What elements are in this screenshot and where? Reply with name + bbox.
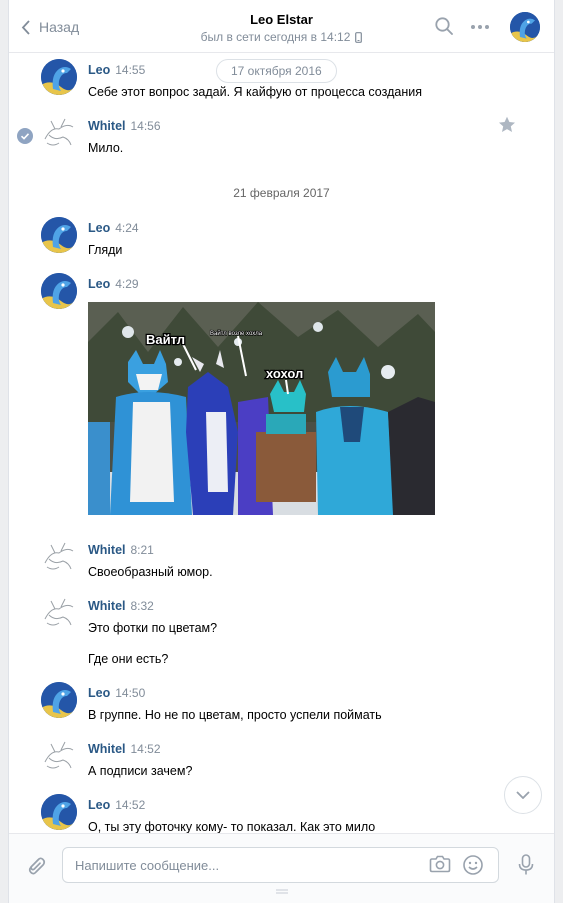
chevron-down-icon <box>516 791 530 799</box>
chat-window: Назад Leo Elstar был в сети сегодня в 14… <box>8 0 555 903</box>
message-body: Leo 14:50 В группе. Но не по цветам, прос… <box>88 684 528 723</box>
dragon-avatar-icon <box>41 217 77 253</box>
chat-header: Назад Leo Elstar был в сети сегодня в 14… <box>9 0 554 53</box>
message-author[interactable]: Leo <box>88 686 110 700</box>
dragon-avatar-icon <box>41 273 77 309</box>
message-time[interactable]: 4:29 <box>115 277 138 291</box>
message-text: А подписи зачем? <box>88 764 193 778</box>
online-status-text: был в сети сегодня в 14:12 <box>200 30 351 44</box>
dragon-sketch-avatar-icon <box>41 115 77 151</box>
message-text: Гляди <box>88 243 123 257</box>
fursuit-photo-image: Вайтл Вайтл возле хохла хохол <box>88 302 435 515</box>
message-text: Мило. <box>88 141 124 155</box>
avatar[interactable] <box>41 539 77 575</box>
avatar[interactable] <box>41 217 77 253</box>
message-author[interactable]: Leo <box>88 63 110 77</box>
photo-caption-right: хохол <box>266 366 303 381</box>
message-header: Leo 14:52 <box>88 796 528 814</box>
emoji-icon[interactable] <box>462 854 484 876</box>
message-text: Где они есть? <box>88 652 169 666</box>
message-author[interactable]: Whitel <box>88 599 126 613</box>
message-body: Whitel 8:21 Своеобразный юмор. <box>88 541 528 580</box>
message-time[interactable]: 14:55 <box>115 63 145 77</box>
photo-caption-left: Вайтл <box>146 332 185 347</box>
message-author[interactable]: Leo <box>88 798 110 812</box>
message-author[interactable]: Whitel <box>88 119 126 133</box>
avatar[interactable] <box>41 595 77 631</box>
message-author[interactable]: Leo <box>88 277 110 291</box>
resize-grip-icon[interactable] <box>276 889 288 894</box>
selected-check-icon[interactable] <box>17 128 33 144</box>
message-time[interactable]: 14:52 <box>131 742 161 756</box>
message-author[interactable]: Whitel <box>88 742 126 756</box>
dragon-sketch-avatar-icon <box>41 539 77 575</box>
chat-avatar[interactable] <box>510 12 540 42</box>
avatar[interactable] <box>41 59 77 95</box>
search-icon[interactable] <box>434 16 454 36</box>
avatar[interactable] <box>41 682 77 718</box>
message-header: Leo 14:50 <box>88 684 528 702</box>
message-time[interactable]: 14:56 <box>131 119 161 133</box>
online-status: был в сети сегодня в 14:12 <box>201 30 363 44</box>
avatar[interactable] <box>41 115 77 151</box>
message-text: Это фотки по цветам? <box>88 621 218 635</box>
date-separator: 21 февраля 2017 <box>233 186 330 200</box>
message-body: Leo 14:52 О, ты эту фоточку кому- то пока… <box>88 796 528 833</box>
mobile-icon <box>355 31 363 43</box>
message-author[interactable]: Leo <box>88 221 110 235</box>
avatar[interactable] <box>41 738 77 774</box>
camera-icon[interactable] <box>429 854 451 874</box>
message-time[interactable]: 4:24 <box>115 221 138 235</box>
message-body: Leo 4:29 <box>88 275 528 293</box>
message-composer <box>9 833 554 903</box>
photo-caption-middle: Вайтл возле хохла <box>210 330 263 337</box>
dragon-avatar-icon <box>41 682 77 718</box>
star-icon[interactable] <box>498 116 516 133</box>
message-time[interactable]: 8:32 <box>131 599 154 613</box>
message-text: Своеобразный юмор. <box>88 565 213 579</box>
message-header: Whitel 14:56 <box>88 117 528 135</box>
message-header: Whitel 8:21 <box>88 541 528 559</box>
message-body: Whitel 14:52 А подписи зачем? <box>88 740 528 779</box>
message-body: Whitel 14:56 Мило. <box>88 117 528 156</box>
message-text: О, ты эту фоточку кому- то показал. Как … <box>88 820 376 833</box>
avatar[interactable] <box>41 794 77 830</box>
dragon-sketch-avatar-icon <box>41 595 77 631</box>
dragon-avatar-icon <box>41 794 77 830</box>
message-author[interactable]: Whitel <box>88 543 126 557</box>
message-header: Leo 4:29 <box>88 275 528 293</box>
message-header: Whitel 14:52 <box>88 740 528 758</box>
scroll-down-button[interactable] <box>504 776 542 814</box>
message-time[interactable]: 14:52 <box>115 798 145 812</box>
message-text: Себе этот вопрос задай. Я кайфую от проц… <box>88 85 422 99</box>
dragon-sketch-avatar-icon <box>41 738 77 774</box>
message-time[interactable]: 8:21 <box>131 543 154 557</box>
message-body: Whitel 8:32 Это фотки по цветам? Где они … <box>88 597 528 667</box>
message-header: Whitel 8:32 <box>88 597 528 615</box>
message-body: Leo 4:24 Гляди <box>88 219 528 258</box>
dragon-avatar-icon <box>510 12 540 42</box>
message-header: Leo 4:24 <box>88 219 528 237</box>
photo-attachment[interactable]: Вайтл Вайтл возле хохла хохол <box>88 302 435 515</box>
paperclip-icon[interactable] <box>25 854 47 876</box>
avatar[interactable] <box>41 273 77 309</box>
microphone-icon[interactable] <box>518 854 534 876</box>
message-text: В группе. Но не по цветам, просто успели… <box>88 708 382 722</box>
message-time[interactable]: 14:50 <box>115 686 145 700</box>
dragon-avatar-icon <box>41 59 77 95</box>
message-history[interactable]: Leo 14:55 Себе этот вопрос задай. Я кайфу… <box>9 53 554 833</box>
more-icon[interactable] <box>470 24 490 30</box>
floating-date-pill: 17 октября 2016 <box>216 59 337 83</box>
